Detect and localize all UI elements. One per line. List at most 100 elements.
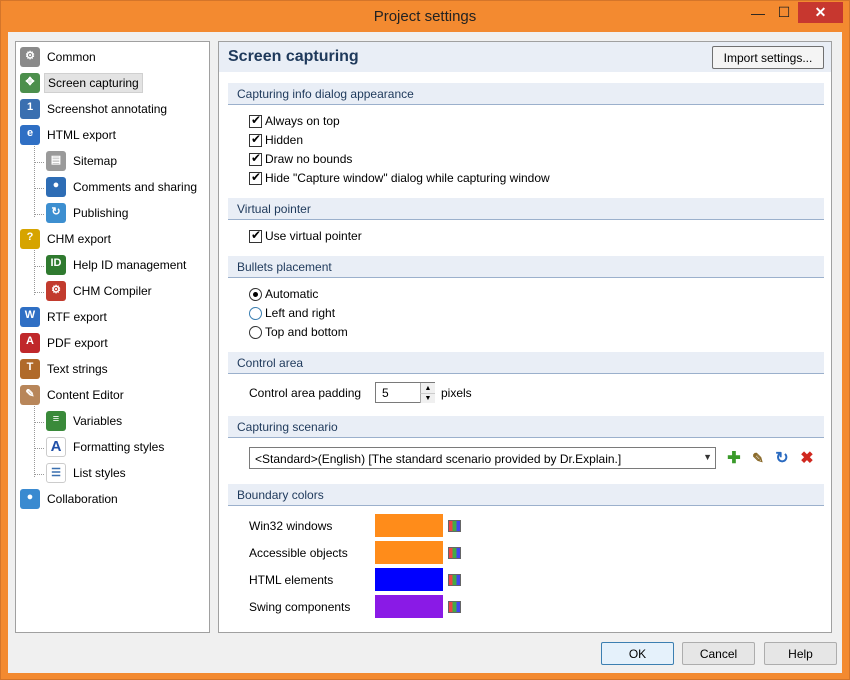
scenario-value: <Standard>(English) [The standard scenar… xyxy=(255,452,622,466)
text-strings-icon xyxy=(20,359,40,379)
tree-item-content-editor[interactable]: Content Editor xyxy=(20,384,127,406)
annotate-icon xyxy=(20,99,40,119)
close-button[interactable]: ✕ xyxy=(798,2,843,23)
tree-item-html-export[interactable]: HTML export xyxy=(20,124,119,146)
color-picker-icon[interactable] xyxy=(448,520,461,532)
spin-down-icon[interactable]: ▼ xyxy=(420,393,435,403)
checkbox-label: Always on top xyxy=(265,114,340,128)
color-picker-icon[interactable] xyxy=(448,574,461,586)
comments-icon xyxy=(46,177,66,197)
title-bar: Project settings — ☐ ✕ xyxy=(1,1,849,31)
project-settings-window: Project settings — ☐ ✕ Common Screen capt… xyxy=(0,0,850,680)
add-scenario-icon[interactable]: ✚ xyxy=(724,448,744,468)
list-styles-icon xyxy=(46,463,66,483)
tree-item-label: HTML export xyxy=(47,128,116,142)
section-scenario: Capturing scenario xyxy=(228,416,824,438)
checkbox-box[interactable] xyxy=(249,113,262,128)
tree-item-chm-export[interactable]: CHM export xyxy=(20,228,114,250)
boundary-color-swatch[interactable] xyxy=(375,514,443,537)
checkbox-label: Hide "Capture window" dialog while captu… xyxy=(265,171,550,185)
tree-item-label: RTF export xyxy=(47,310,107,324)
checkbox-label: Draw no bounds xyxy=(265,152,353,166)
section-title: Control area xyxy=(237,356,304,370)
tree-item-comments-and-sharing[interactable]: Comments and sharing xyxy=(46,176,200,198)
delete-scenario-icon[interactable]: ✖ xyxy=(797,448,817,468)
section-title: Boundary colors xyxy=(237,488,324,502)
edit-scenario-icon[interactable]: ✎ xyxy=(748,448,768,468)
tree-item-common[interactable]: Common xyxy=(20,46,99,68)
import-settings-button[interactable]: Import settings... xyxy=(712,46,824,69)
capturing-option-checkbox[interactable]: Hidden xyxy=(249,132,304,147)
spin-up-icon[interactable]: ▲ xyxy=(420,383,435,393)
tree-item-variables[interactable]: Variables xyxy=(46,410,125,432)
checkbox-box[interactable] xyxy=(249,151,262,166)
section-title: Capturing info dialog appearance xyxy=(237,87,414,101)
tree-item-help-id-management[interactable]: Help ID management xyxy=(46,254,189,276)
color-picker-icon[interactable] xyxy=(448,547,461,559)
tree-item-rtf-export[interactable]: RTF export xyxy=(20,306,110,328)
tree-item-text-strings[interactable]: Text strings xyxy=(20,358,111,380)
ok-button[interactable]: OK xyxy=(601,642,674,665)
boundary-color-swatch[interactable] xyxy=(375,595,443,618)
radio-circle[interactable] xyxy=(249,287,262,301)
capturing-option-checkbox[interactable]: Draw no bounds xyxy=(249,151,353,166)
tree-item-pdf-export[interactable]: PDF export xyxy=(20,332,111,354)
minimize-button[interactable]: — xyxy=(745,2,771,23)
checkbox-box[interactable] xyxy=(249,132,262,147)
tree-connector xyxy=(34,250,35,295)
tree-item-label: Help ID management xyxy=(73,258,187,272)
chevron-down-icon[interactable]: ▼ xyxy=(703,452,712,462)
boundary-color-swatch[interactable] xyxy=(375,568,443,591)
tree-item-chm-compiler[interactable]: CHM Compiler xyxy=(46,280,155,302)
tree-connector xyxy=(34,406,35,477)
bullets-placement-radio[interactable]: Top and bottom xyxy=(249,325,348,339)
checkbox-box[interactable] xyxy=(249,170,262,185)
color-picker-icon[interactable] xyxy=(448,601,461,613)
bullets-placement-radio[interactable]: Left and right xyxy=(249,306,335,320)
tree-item-label: Formatting styles xyxy=(73,440,165,454)
use-virtual-pointer-checkbox[interactable]: Use virtual pointer xyxy=(249,228,362,243)
collaboration-icon xyxy=(20,489,40,509)
maximize-button[interactable]: ☐ xyxy=(771,2,797,23)
capturing-option-checkbox[interactable]: Always on top xyxy=(249,113,340,128)
tree-item-publishing[interactable]: Publishing xyxy=(46,202,131,224)
bullets-placement-radio[interactable]: Automatic xyxy=(249,287,318,301)
section-bullets: Bullets placement xyxy=(228,256,824,278)
tree-item-label: Screenshot annotating xyxy=(47,102,168,116)
capturing-scenario-select[interactable]: <Standard>(English) [The standard scenar… xyxy=(249,447,716,469)
section-title: Capturing scenario xyxy=(237,420,338,434)
tree-item-list-styles[interactable]: List styles xyxy=(46,462,129,484)
tree-connector xyxy=(34,292,44,293)
radio-circle[interactable] xyxy=(249,306,262,320)
tree-item-screen-capturing[interactable]: Screen capturing xyxy=(20,72,143,94)
section-control-area: Control area xyxy=(228,352,824,374)
tree-item-formatting-styles[interactable]: Formatting styles xyxy=(46,436,167,458)
sitemap-icon xyxy=(46,151,66,171)
boundary-color-label: Accessible objects xyxy=(249,546,348,560)
publishing-icon xyxy=(46,203,66,223)
tree-item-screenshot-annotating[interactable]: Screenshot annotating xyxy=(20,98,170,120)
refresh-scenario-icon[interactable]: ↻ xyxy=(772,448,792,468)
settings-tree[interactable]: Common Screen capturing Screenshot annotat… xyxy=(15,41,210,633)
tree-connector xyxy=(34,214,44,215)
control-area-padding-label: Control area padding xyxy=(249,386,362,400)
capturing-option-checkbox[interactable]: Hide "Capture window" dialog while captu… xyxy=(249,170,550,185)
cancel-button[interactable]: Cancel xyxy=(682,642,755,665)
help-button[interactable]: Help xyxy=(764,642,837,665)
radio-circle[interactable] xyxy=(249,325,262,339)
tree-item-collaboration[interactable]: Collaboration xyxy=(20,488,121,510)
radio-label: Left and right xyxy=(265,306,336,320)
tree-item-sitemap[interactable]: Sitemap xyxy=(46,150,120,172)
formatting-styles-icon xyxy=(46,437,66,457)
checkbox-label: Hidden xyxy=(265,133,304,147)
section-title: Virtual pointer xyxy=(237,202,311,216)
tree-connector xyxy=(34,146,35,217)
boundary-color-swatch[interactable] xyxy=(375,541,443,564)
section-boundary-colors: Boundary colors xyxy=(228,484,824,506)
window-title: Project settings xyxy=(373,8,477,25)
checkbox-box[interactable] xyxy=(249,228,262,243)
chm-compiler-icon xyxy=(46,281,66,301)
tree-item-label: CHM Compiler xyxy=(73,284,152,298)
section-title: Bullets placement xyxy=(237,260,332,274)
control-area-padding-input[interactable]: 5 ▲ ▼ xyxy=(375,382,435,403)
